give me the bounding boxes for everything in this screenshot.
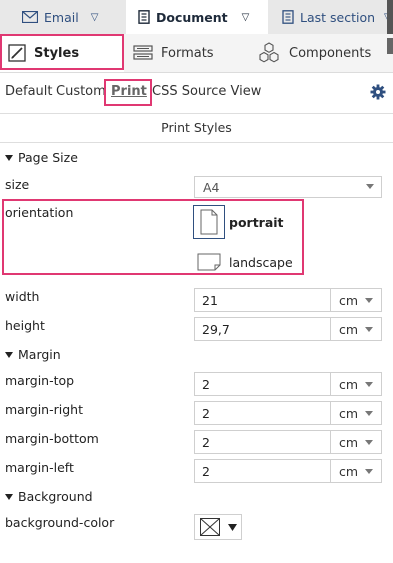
margin-top-input[interactable]: 2 bbox=[194, 372, 331, 396]
caret-down-icon bbox=[365, 440, 373, 445]
orientation-portrait-label[interactable]: portrait bbox=[229, 215, 284, 230]
margin-bottom-value: 2 bbox=[202, 434, 210, 450]
document-icon bbox=[282, 10, 294, 24]
margin-left-value: 2 bbox=[202, 463, 210, 479]
subtab-custom[interactable]: Custom bbox=[56, 84, 106, 102]
margin-left-unit: cm bbox=[339, 463, 359, 479]
tab-last-section-label: Last section bbox=[300, 9, 376, 25]
tab-email-label: Email bbox=[44, 9, 79, 25]
tab-styles-label: Styles bbox=[34, 45, 80, 61]
width-unit-select[interactable]: cm bbox=[330, 288, 382, 312]
tab-styles[interactable]: Styles bbox=[0, 34, 124, 72]
caret-down-icon bbox=[5, 352, 13, 358]
margin-right-value: 2 bbox=[202, 405, 210, 421]
margin-top-label: margin-top bbox=[5, 373, 75, 388]
caret-down-icon bbox=[366, 184, 374, 189]
caret-down-icon bbox=[5, 494, 13, 500]
margin-right-label: margin-right bbox=[5, 402, 83, 417]
divider bbox=[0, 113, 393, 114]
orientation-landscape-button[interactable] bbox=[196, 252, 222, 272]
margin-bottom-unit: cm bbox=[339, 434, 359, 450]
orientation-label: orientation bbox=[5, 205, 74, 220]
tab-last-section[interactable]: Last section ▽ bbox=[282, 0, 393, 34]
margin-top-value: 2 bbox=[202, 376, 210, 392]
margin-right-unit: cm bbox=[339, 405, 359, 421]
width-input-value: 21 bbox=[202, 292, 218, 308]
caret-down-icon bbox=[365, 469, 373, 474]
background-color-picker[interactable] bbox=[194, 514, 242, 540]
margin-left-label: margin-left bbox=[5, 460, 74, 475]
components-hexagons-icon bbox=[259, 42, 279, 63]
tab-document-label: Document bbox=[156, 9, 228, 25]
height-input-value: 29,7 bbox=[202, 321, 230, 337]
tab-scroll-handle[interactable] bbox=[387, 0, 393, 34]
height-unit-select[interactable]: cm bbox=[330, 317, 382, 341]
tab-components-label: Components bbox=[289, 45, 372, 61]
document-icon bbox=[138, 10, 150, 24]
page-portrait-icon bbox=[200, 209, 218, 235]
tab-formats-label: Formats bbox=[161, 45, 214, 61]
margin-top-unit-select[interactable]: cm bbox=[330, 372, 382, 396]
orientation-portrait-button[interactable] bbox=[193, 205, 225, 239]
orientation-landscape-label[interactable]: landscape bbox=[229, 255, 293, 270]
margin-right-input[interactable]: 2 bbox=[194, 401, 331, 425]
caret-down-icon bbox=[228, 524, 237, 531]
pencil-square-icon bbox=[8, 44, 26, 62]
divider bbox=[0, 142, 393, 143]
tab-components[interactable]: Components bbox=[257, 34, 387, 72]
group-background-label: Background bbox=[18, 489, 93, 504]
size-select[interactable]: A4 bbox=[194, 176, 382, 198]
caret-down-icon bbox=[365, 411, 373, 416]
caret-down-icon bbox=[365, 382, 373, 387]
envelope-icon bbox=[22, 11, 38, 23]
size-select-value: A4 bbox=[203, 179, 220, 195]
panel-scroll-handle[interactable] bbox=[387, 38, 393, 54]
chevron-down-icon[interactable]: ▽ bbox=[91, 12, 99, 23]
caret-down-icon bbox=[365, 327, 373, 332]
tab-email[interactable]: Email ▽ bbox=[22, 0, 122, 34]
background-color-label: background-color bbox=[5, 515, 115, 530]
section-title: Print Styles bbox=[161, 120, 232, 135]
size-label: size bbox=[5, 177, 30, 192]
tab-document[interactable]: Document ▽ bbox=[126, 0, 268, 34]
chevron-down-icon[interactable]: ▽ bbox=[242, 12, 250, 23]
group-background[interactable]: Background bbox=[5, 489, 93, 504]
margin-right-unit-select[interactable]: cm bbox=[330, 401, 382, 425]
height-unit-value: cm bbox=[339, 321, 359, 337]
page-landscape-icon bbox=[197, 253, 221, 271]
caret-down-icon bbox=[365, 298, 373, 303]
width-unit-value: cm bbox=[339, 292, 359, 308]
height-label: height bbox=[5, 318, 45, 333]
group-margin-label: Margin bbox=[18, 347, 61, 362]
group-page-size[interactable]: Page Size bbox=[5, 150, 78, 165]
margin-left-unit-select[interactable]: cm bbox=[330, 459, 382, 483]
subtab-default[interactable]: Default bbox=[5, 84, 53, 102]
formats-icon bbox=[133, 45, 153, 60]
margin-top-unit: cm bbox=[339, 376, 359, 392]
margin-bottom-unit-select[interactable]: cm bbox=[330, 430, 382, 454]
gear-icon[interactable] bbox=[370, 84, 386, 100]
group-page-size-label: Page Size bbox=[18, 150, 78, 165]
subtab-css-source-view[interactable]: CSS Source View bbox=[152, 84, 261, 102]
group-margin[interactable]: Margin bbox=[5, 347, 61, 362]
height-input[interactable]: 29,7 bbox=[194, 317, 331, 341]
caret-down-icon bbox=[5, 155, 13, 161]
margin-bottom-input[interactable]: 2 bbox=[194, 430, 331, 454]
width-label: width bbox=[5, 289, 40, 304]
subtab-print[interactable]: Print bbox=[111, 84, 147, 102]
margin-bottom-label: margin-bottom bbox=[5, 431, 99, 446]
tab-formats[interactable]: Formats bbox=[133, 34, 233, 72]
margin-left-input[interactable]: 2 bbox=[194, 459, 331, 483]
width-input[interactable]: 21 bbox=[194, 288, 331, 312]
no-color-swatch-icon bbox=[200, 518, 220, 536]
